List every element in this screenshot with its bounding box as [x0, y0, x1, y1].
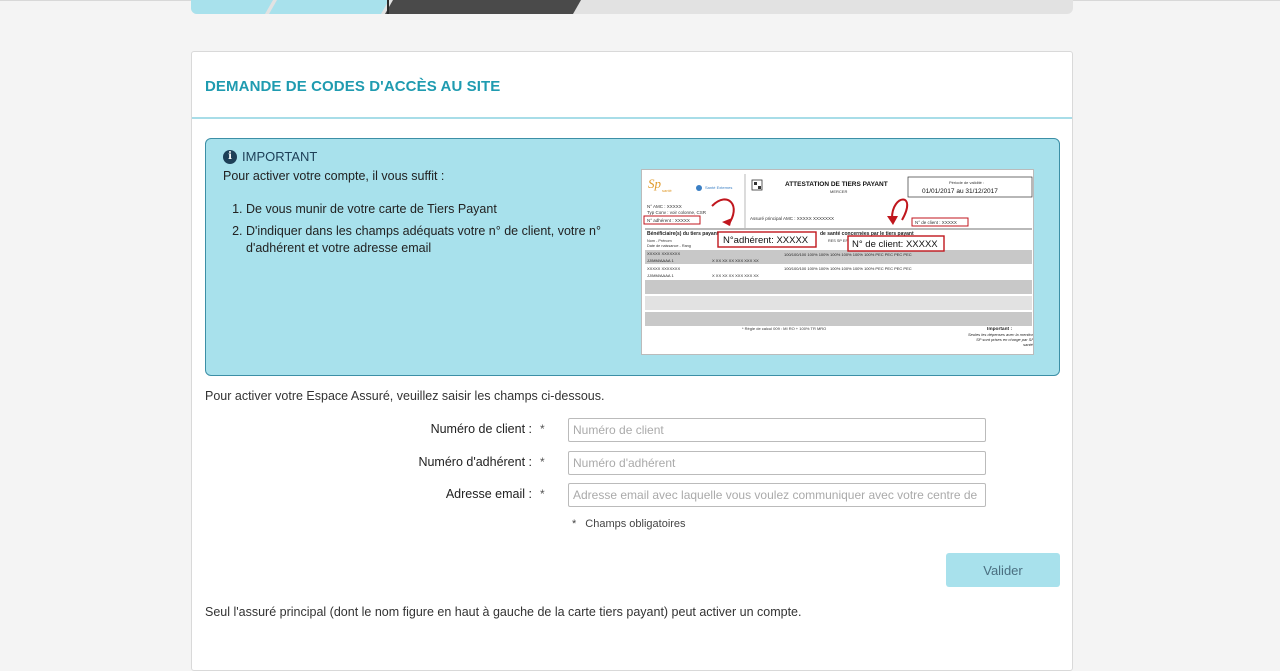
client-number-label: Numéro de client :	[430, 422, 532, 436]
page-title: DEMANDE DE CODES D'ACCÈS AU SITE	[205, 78, 501, 95]
card-footer-rule: * Règle de calcul 009 : MI RO + 100% TR …	[742, 326, 826, 331]
info-intro: Pour activer votre compte, il vous suffi…	[223, 169, 445, 183]
card-row1-rates: 100/100/100 100% 100% 100% 100% 100% 100…	[784, 252, 912, 257]
footnote: Seul l'assuré principal (dont le nom fig…	[205, 605, 802, 619]
card-row1-date: JJ/MM/AAAA 1	[647, 258, 674, 263]
required-marker: *	[540, 455, 545, 469]
info-steps: De vous munir de votre carte de Tiers Pa…	[246, 201, 616, 262]
mandatory-fields-note: * Champs obligatoires	[572, 518, 686, 530]
card-beneficiaires: Bénéficiaire(s) du tiers payant	[647, 231, 719, 237]
card-brand-logo: Sp	[648, 176, 662, 191]
card-typ-conv: Typ Conv : voir colonne, CSR	[647, 210, 707, 215]
card-row2-name: XXXXX XXXXXXX	[647, 266, 680, 271]
card-row2-rates: 100/100/100 100% 100% 100% 100% 100% 100…	[784, 266, 912, 271]
card-brand-partner: Santé Externes	[705, 185, 732, 190]
info-step: D'indiquer dans les champs adéquats votr…	[246, 223, 616, 257]
svg-text:santé: santé	[662, 188, 673, 193]
callout-client: N° de client: XXXXX	[852, 239, 938, 250]
card-validity-dates: 01/01/2017 au 31/12/2017	[922, 188, 998, 195]
info-heading-label: IMPORTANT	[242, 149, 318, 164]
step-1	[191, 0, 273, 14]
step-3-active	[385, 0, 581, 14]
required-marker: *	[540, 487, 545, 501]
title-divider	[192, 117, 1072, 119]
info-heading: i IMPORTANT	[223, 149, 317, 164]
card-row2-date: JJ/MM/AAAA 1	[647, 273, 674, 278]
adherent-number-input[interactable]	[568, 451, 986, 475]
info-icon: i	[223, 149, 237, 164]
client-number-input[interactable]	[568, 418, 986, 442]
required-marker: *	[572, 518, 577, 530]
card-amc: N° AMC : XXXXX	[647, 204, 682, 209]
tiers-payant-card-image: Sp santé Santé Externes ATTESTATION DE T…	[641, 169, 1034, 355]
card-row2-ids: X XX XX XX XXX XXX XX	[712, 273, 759, 278]
email-input[interactable]	[568, 483, 986, 507]
card-row1-ids: X XX XX XX XXX XXX XX	[712, 258, 759, 263]
step-2	[269, 0, 389, 14]
email-row: Adresse email : *	[192, 483, 1072, 507]
card-header-title: ATTESTATION DE TIERS PAYANT	[785, 181, 888, 188]
card-validity-label: Période de validité :	[949, 180, 984, 185]
validate-button[interactable]: Valider	[946, 553, 1060, 587]
card-client-small: N° de client : XXXXX	[915, 220, 957, 225]
card-adherent-small: N° adhérent : XXXXX	[647, 218, 690, 223]
card-col-date: Date de naissance - Rang	[647, 244, 691, 248]
progress-stepper	[191, 0, 1073, 14]
access-request-card: DEMANDE DE CODES D'ACCÈS AU SITE i IMPOR…	[191, 51, 1073, 671]
card-footer-note: Seules les dépenses avec la mention SP s…	[967, 332, 1034, 347]
email-label: Adresse email :	[445, 487, 532, 501]
adherent-number-row: Numéro d'adhérent : *	[192, 451, 1072, 475]
required-marker: *	[540, 422, 545, 436]
client-number-row: Numéro de client : *	[192, 418, 1072, 442]
form-lead-text: Pour activer votre Espace Assuré, veuill…	[205, 389, 605, 403]
info-step: De vous munir de votre carte de Tiers Pa…	[246, 201, 616, 218]
card-assure: Assuré principal AMC : XXXXX XXXXXXX	[750, 216, 834, 221]
callout-adherent: N°adhérent: XXXXX	[723, 235, 809, 246]
card-row1-name: XXXXX XXXXXXX	[647, 251, 680, 256]
partner-logo-icon	[696, 185, 702, 191]
card-col-name: Nom - Prénom	[647, 239, 672, 243]
mandatory-note-label: Champs obligatoires	[585, 518, 686, 530]
adherent-number-label: Numéro d'adhérent :	[418, 455, 532, 469]
important-info-box: i IMPORTANT Pour activer votre compte, i…	[205, 138, 1060, 376]
card-header-sub: MERCER	[830, 189, 847, 194]
